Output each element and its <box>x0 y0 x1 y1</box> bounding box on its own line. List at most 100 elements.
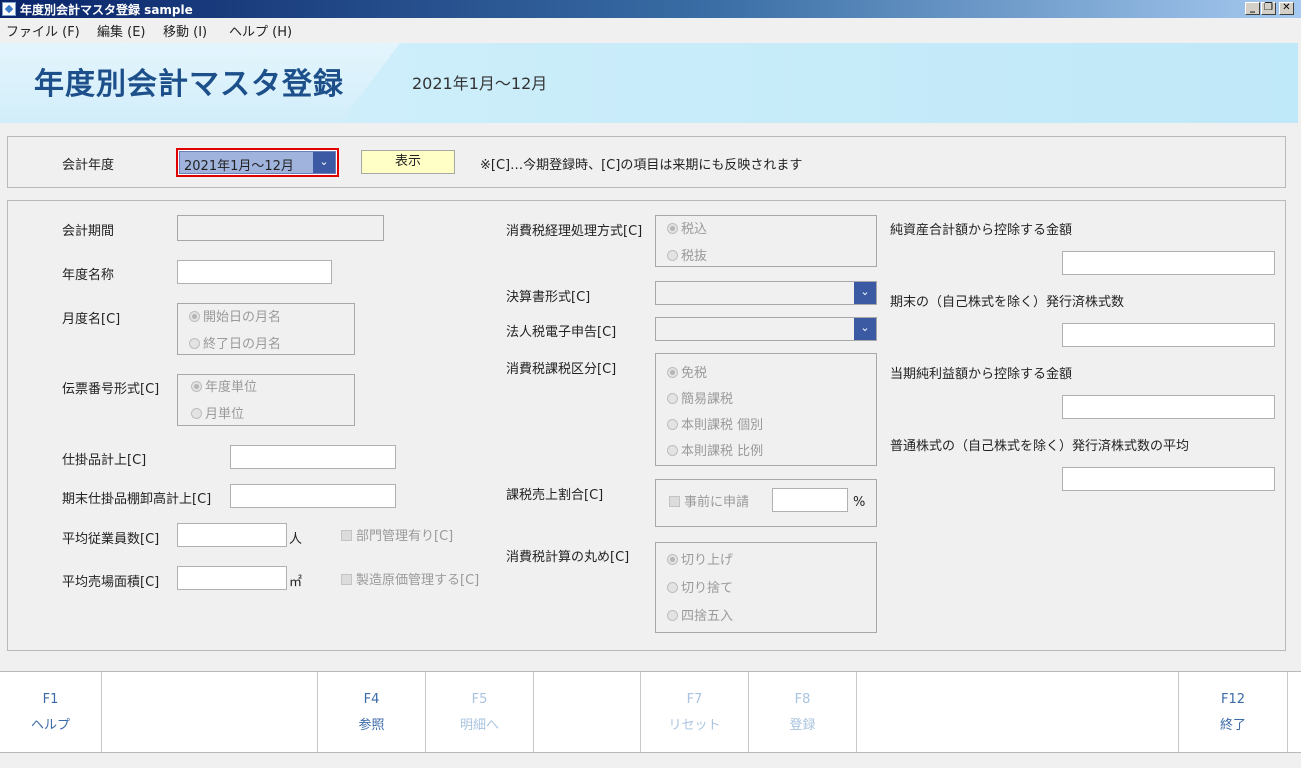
chevron-down-icon[interactable]: ⌄ <box>854 282 876 304</box>
option-label: 月単位 <box>205 407 245 422</box>
statement-label: 決算書形式[C] <box>506 290 591 305</box>
fkey-label: 明細へ <box>459 718 499 733</box>
f4-reference-button[interactable]: F4 参照 <box>318 672 426 752</box>
option-label: 開始日の月名 <box>203 310 282 325</box>
f1-help-button[interactable]: F1 ヘルプ <box>0 672 102 752</box>
menu-edit[interactable]: 編集 (E) <box>97 21 146 40</box>
window-title: 年度別会計マスタ登録 sample <box>20 3 193 17</box>
year-name-input[interactable] <box>177 260 332 284</box>
radio-icon <box>189 311 200 322</box>
checkbox-icon <box>341 530 352 541</box>
employees-label: 平均従業員数[C] <box>62 532 160 547</box>
menu-help[interactable]: ヘルプ (H) <box>229 21 292 40</box>
restore-button[interactable]: ❐ <box>1261 2 1276 15</box>
fkey-key: F5 <box>471 692 488 707</box>
radio-icon <box>667 223 678 234</box>
checkbox-label: 製造原価管理する[C] <box>356 573 480 588</box>
rounding-option-up[interactable]: 切り上げ <box>667 549 733 568</box>
fkey-label: 登録 <box>789 718 816 733</box>
wip-end-input[interactable] <box>230 484 396 508</box>
statement-select[interactable]: ⌄ <box>655 281 877 305</box>
tax-method-option-excluded[interactable]: 税抜 <box>667 245 707 264</box>
option-label: 本則課税 比例 <box>681 444 764 459</box>
fiscal-year-value: 2021年1月～12月 <box>184 159 294 174</box>
f8-register-button[interactable]: F8 登録 <box>749 672 857 752</box>
rounding-label: 消費税計算の丸め[C] <box>506 550 630 565</box>
fkey-key: F12 <box>1220 692 1246 707</box>
option-label: 免税 <box>681 366 708 381</box>
avg-shares-input[interactable] <box>1062 467 1275 491</box>
chevron-down-icon[interactable]: ⌄ <box>854 318 876 340</box>
year-name-label: 年度名称 <box>62 268 115 283</box>
chevron-down-icon[interactable]: ⌄ <box>313 152 335 173</box>
f5-detail-button[interactable]: F5 明細へ <box>426 672 534 752</box>
voucher-option-year[interactable]: 年度単位 <box>191 376 257 395</box>
shares-input[interactable] <box>1062 323 1275 347</box>
f7-reset-button[interactable]: F7 リセット <box>641 672 749 752</box>
radio-icon <box>667 393 678 404</box>
header-period: 2021年1月～12月 <box>412 74 548 93</box>
radio-icon <box>667 250 678 261</box>
radio-icon <box>189 338 200 349</box>
fkey-label: 終了 <box>1219 718 1246 733</box>
app-icon <box>2 2 16 16</box>
checkbox-label: 部門管理有り[C] <box>356 529 454 544</box>
ratio-input[interactable] <box>772 488 848 512</box>
rounding-option-half[interactable]: 四捨五入 <box>667 605 733 624</box>
dept-checkbox[interactable]: 部門管理有り[C] <box>341 525 453 544</box>
close-button[interactable]: ✕ <box>1279 2 1294 15</box>
fiscal-year-select-inner: 2021年1月～12月 ⌄ <box>179 151 336 174</box>
month-name-label: 月度名[C] <box>62 312 121 327</box>
checkbox-label: 事前に申請 <box>684 495 750 510</box>
voucher-label: 伝票番号形式[C] <box>62 382 160 397</box>
avg-shares-label: 普通株式の（自己株式を除く）発行済株式数の平均 <box>890 439 1190 454</box>
area-unit: ㎡ <box>289 575 303 590</box>
ratio-unit: % <box>853 495 866 510</box>
tax-class-option-proportional[interactable]: 本則課税 比例 <box>667 440 763 459</box>
tax-class-option-simple[interactable]: 簡易課税 <box>667 388 733 407</box>
area-label: 平均売場面積[C] <box>62 575 160 590</box>
checkbox-icon <box>341 574 352 585</box>
option-label: 税込 <box>681 222 708 237</box>
employees-unit: 人 <box>289 532 303 547</box>
fkey-key: F8 <box>794 692 811 707</box>
option-label: 税抜 <box>681 249 708 264</box>
month-name-option-start[interactable]: 開始日の月名 <box>189 306 281 325</box>
page-title: 年度別会計マスタ登録 <box>34 67 344 102</box>
carryover-note: ※[C]…今期登録時、[C]の項目は来期にも反映されます <box>480 158 803 173</box>
wip-label: 仕掛品計上[C] <box>62 453 147 468</box>
fiscal-year-select[interactable]: 2021年1月～12月 ⌄ <box>176 148 339 177</box>
fkey-label: リセット <box>668 718 721 733</box>
tax-class-option-individual[interactable]: 本則課税 個別 <box>667 414 763 433</box>
period-field <box>177 215 384 241</box>
net-income-input[interactable] <box>1062 395 1275 419</box>
option-label: 切り捨て <box>681 581 734 596</box>
shares-label: 期末の（自己株式を除く）発行済株式数 <box>890 295 1125 310</box>
fkey-empty-slot <box>857 672 1179 752</box>
voucher-option-month[interactable]: 月単位 <box>191 403 244 422</box>
tax-class-option-exempt[interactable]: 免税 <box>667 362 707 381</box>
window-titlebar: 年度別会計マスタ登録 sample _ ❐ ✕ <box>0 0 1301 18</box>
option-label: 簡易課税 <box>681 392 734 407</box>
employees-input[interactable] <box>177 523 287 547</box>
minimize-button[interactable]: _ <box>1245 2 1260 15</box>
net-assets-input[interactable] <box>1062 251 1275 275</box>
wip-input[interactable] <box>230 445 396 469</box>
month-name-option-end[interactable]: 終了日の月名 <box>189 333 281 352</box>
net-assets-label: 純資産合計額から控除する金額 <box>890 223 1073 238</box>
area-input[interactable] <box>177 566 287 590</box>
fkey-key: F4 <box>363 692 380 707</box>
corp-tax-select[interactable]: ⌄ <box>655 317 877 341</box>
f12-exit-button[interactable]: F12 終了 <box>1179 672 1288 752</box>
menu-move[interactable]: 移動 (I) <box>163 21 207 40</box>
tax-method-option-included[interactable]: 税込 <box>667 218 707 237</box>
show-button[interactable]: 表示 <box>361 150 455 174</box>
fkey-key: F7 <box>686 692 703 707</box>
cost-checkbox[interactable]: 製造原価管理する[C] <box>341 569 479 588</box>
radio-icon <box>667 367 678 378</box>
menu-file[interactable]: ファイル (F) <box>6 21 80 40</box>
corp-tax-label: 法人税電子申告[C] <box>506 325 617 340</box>
ratio-checkbox[interactable]: 事前に申請 <box>669 491 749 510</box>
rounding-option-down[interactable]: 切り捨て <box>667 577 733 596</box>
option-label: 本則課税 個別 <box>681 418 764 433</box>
